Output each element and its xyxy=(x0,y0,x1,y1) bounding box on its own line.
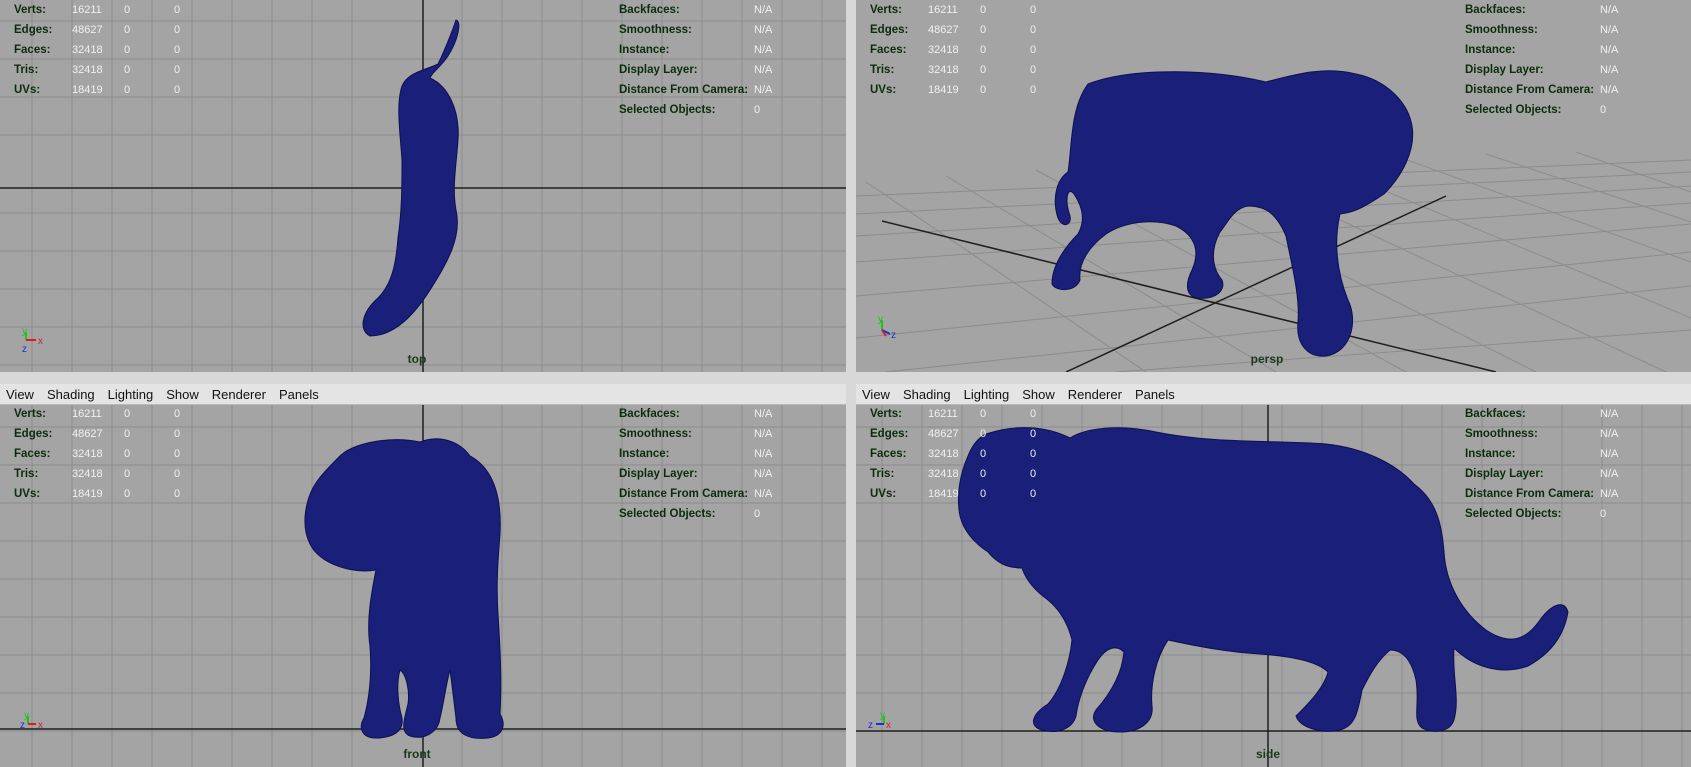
menu-show[interactable]: Show xyxy=(160,387,206,402)
svg-text:y: y xyxy=(22,328,27,337)
menu-shading[interactable]: Shading xyxy=(41,387,102,402)
hud-row-instance: Instance: N/A xyxy=(619,448,773,460)
hud-row-smoothness: Smoothness: N/A xyxy=(1465,24,1619,36)
hud-row-distance: Distance From Camera: N/A xyxy=(1465,488,1619,500)
svg-text:y: y xyxy=(880,712,885,721)
hud-row-selected: Selected Objects: 0 xyxy=(1465,508,1607,520)
hud-row-backfaces: Backfaces: N/A xyxy=(619,4,773,16)
hud-row-selected: Selected Objects: 0 xyxy=(1465,104,1607,116)
viewport-top[interactable]: Verts: 16211 0 0 Edges: 48627 0 0 Faces: 32418 0… xyxy=(0,0,846,372)
xyz-axis-icon: y x z xyxy=(22,328,43,355)
svg-text:x: x xyxy=(38,336,43,347)
menu-panels[interactable]: Panels xyxy=(273,387,326,402)
object-details-hud: Backfaces: N/A Smoothness: N/A Instance: N/… xyxy=(619,0,772,120)
panel-menu-bar: View Shading Lighting Show Renderer Pane… xyxy=(856,384,1691,405)
hud-row-edges: Edges: 48627 0 0 xyxy=(870,24,1037,36)
hud-row-backfaces: Backfaces: N/A xyxy=(619,408,773,420)
hud-row-backfaces: Backfaces: N/A xyxy=(1465,408,1619,420)
hud-row-verts: Verts: 16211 0 0 xyxy=(870,408,1037,420)
hud-row-edges: Edges: 48627 0 0 xyxy=(14,24,181,36)
poly-count-hud: Verts: 16211 0 0 Edges: 48627 0 0 Faces: 32418 0… xyxy=(14,0,224,100)
hud-row-tris: Tris: 32418 0 0 xyxy=(14,64,181,76)
hud-row-smoothness: Smoothness: N/A xyxy=(619,428,773,440)
hud-row-uvs: UVs: 18419 0 0 xyxy=(14,84,181,96)
hud-row-selected: Selected Objects: 0 xyxy=(619,104,761,116)
hud-row-display-layer: Display Layer: N/A xyxy=(619,64,773,76)
svg-text:y: y xyxy=(878,316,883,325)
svg-text:z: z xyxy=(868,720,873,731)
hud-row-verts: Verts: 16211 0 0 xyxy=(14,408,181,420)
hud-row-distance: Distance From Camera: N/A xyxy=(619,84,773,96)
hud-row-instance: Instance: N/A xyxy=(619,44,773,56)
menu-show[interactable]: Show xyxy=(1016,387,1062,402)
hud-row-display-layer: Display Layer: N/A xyxy=(619,468,773,480)
menu-renderer[interactable]: Renderer xyxy=(206,387,273,402)
hud-row-uvs: UVs: 18419 0 0 xyxy=(14,488,181,500)
hud-row-verts: Verts: 16211 0 0 xyxy=(14,4,181,16)
svg-text:z: z xyxy=(22,344,27,355)
viewport-label-front: front xyxy=(403,747,431,761)
poly-count-hud: Verts: 16211 0 0 Edges: 48627 0 0 Faces: 32418 0… xyxy=(870,0,1080,100)
hud-row-selected: Selected Objects: 0 xyxy=(619,508,761,520)
menu-renderer[interactable]: Renderer xyxy=(1062,387,1129,402)
viewport-label-top: top xyxy=(407,352,427,366)
hud-row-smoothness: Smoothness: N/A xyxy=(619,24,773,36)
xyz-axis-icon: y z xyxy=(878,316,896,341)
viewport-label-persp: persp xyxy=(1250,352,1284,366)
poly-count-hud: Verts: 16211 0 0 Edges: 48627 0 0 Faces: 32418 0… xyxy=(870,404,1080,504)
tiger-mesh-persp xyxy=(1051,70,1414,357)
svg-text:x: x xyxy=(886,720,891,731)
menu-lighting[interactable]: Lighting xyxy=(958,387,1017,402)
xyz-axis-icon: y z x xyxy=(868,712,891,731)
panel-menu-bar: View Shading Lighting Show Renderer Pane… xyxy=(0,384,846,405)
menu-shading[interactable]: Shading xyxy=(897,387,958,402)
viewport-front[interactable]: View Shading Lighting Show Renderer Pane… xyxy=(0,384,846,767)
hud-row-tris: Tris: 32418 0 0 xyxy=(870,468,1037,480)
menu-panels[interactable]: Panels xyxy=(1129,387,1182,402)
object-details-hud: Backfaces: N/A Smoothness: N/A Instance: N/… xyxy=(1465,404,1618,524)
hud-row-faces: Faces: 32418 0 0 xyxy=(14,44,181,56)
viewport-label-side: side xyxy=(1255,747,1281,761)
svg-text:x: x xyxy=(38,720,43,731)
object-details-hud: Backfaces: N/A Smoothness: N/A Instance: N/… xyxy=(619,404,772,524)
hud-row-display-layer: Display Layer: N/A xyxy=(1465,468,1619,480)
hud-row-instance: Instance: N/A xyxy=(1465,44,1619,56)
hud-row-distance: Distance From Camera: N/A xyxy=(1465,84,1619,96)
svg-text:z: z xyxy=(20,720,25,731)
hud-row-tris: Tris: 32418 0 0 xyxy=(870,64,1037,76)
hud-row-uvs: UVs: 18419 0 0 xyxy=(870,488,1037,500)
menu-lighting[interactable]: Lighting xyxy=(102,387,161,402)
hud-row-display-layer: Display Layer: N/A xyxy=(1465,64,1619,76)
xyz-axis-icon: y z x xyxy=(20,712,43,731)
hud-row-edges: Edges: 48627 0 0 xyxy=(14,428,181,440)
hud-row-tris: Tris: 32418 0 0 xyxy=(14,468,181,480)
hud-row-distance: Distance From Camera: N/A xyxy=(619,488,773,500)
svg-text:z: z xyxy=(891,330,896,341)
object-details-hud: Backfaces: N/A Smoothness: N/A Instance: N/… xyxy=(1465,0,1618,120)
hud-row-verts: Verts: 16211 0 0 xyxy=(870,4,1037,16)
hud-row-faces: Faces: 32418 0 0 xyxy=(870,448,1037,460)
menu-view[interactable]: View xyxy=(0,387,41,402)
hud-row-edges: Edges: 48627 0 0 xyxy=(870,428,1037,440)
hud-row-faces: Faces: 32418 0 0 xyxy=(14,448,181,460)
poly-count-hud: Verts: 16211 0 0 Edges: 48627 0 0 Faces: 32418 0… xyxy=(14,404,224,504)
viewport-side[interactable]: View Shading Lighting Show Renderer Pane… xyxy=(856,384,1691,767)
hud-row-smoothness: Smoothness: N/A xyxy=(1465,428,1619,440)
hud-row-instance: Instance: N/A xyxy=(1465,448,1619,460)
hud-row-backfaces: Backfaces: N/A xyxy=(1465,4,1619,16)
viewport-persp[interactable]: Verts: 16211 0 0 Edges: 48627 0 0 Faces: 32418 0… xyxy=(856,0,1691,372)
hud-row-uvs: UVs: 18419 0 0 xyxy=(870,84,1037,96)
hud-row-faces: Faces: 32418 0 0 xyxy=(870,44,1037,56)
menu-view[interactable]: View xyxy=(856,387,897,402)
